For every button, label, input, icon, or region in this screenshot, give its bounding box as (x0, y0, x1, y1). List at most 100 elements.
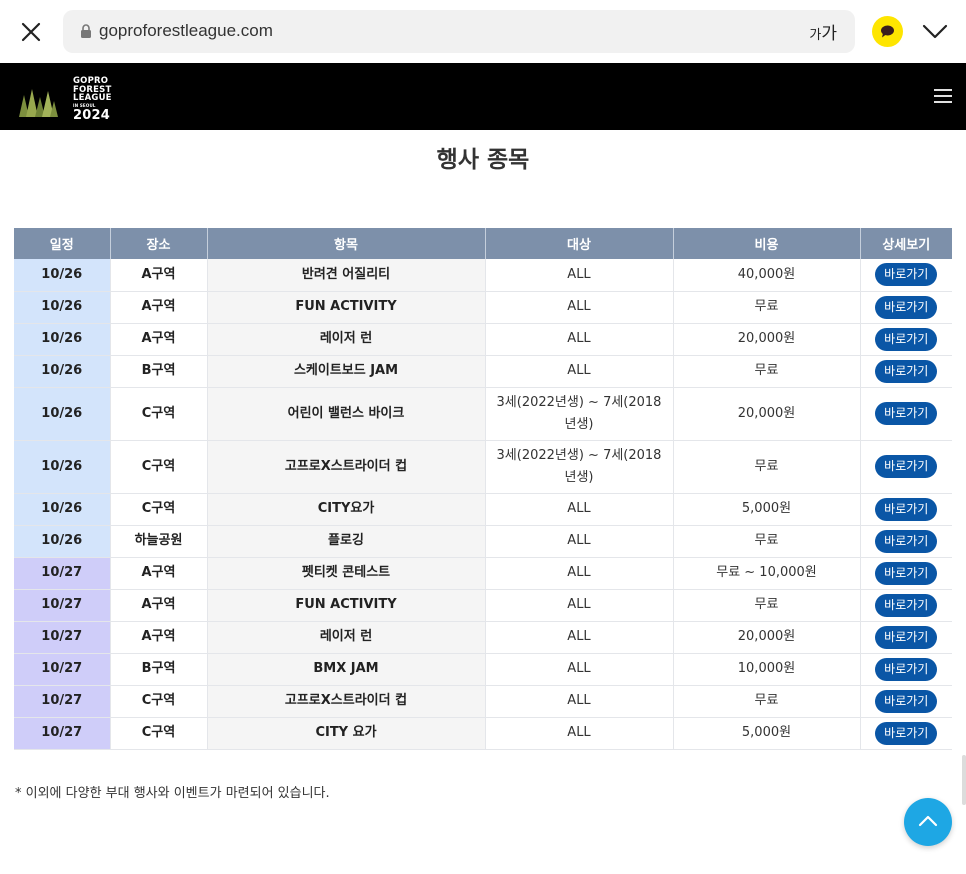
column-header-date: 일정 (14, 228, 111, 259)
cell-date: 10/27 (14, 621, 111, 654)
go-to-details-button[interactable]: 바로가기 (875, 561, 938, 585)
footnote: * 이외에 다양한 부대 행사와 이벤트가 마련되어 있습니다. (15, 786, 330, 801)
cell-cost: 20,000원 (673, 387, 861, 441)
scroll-to-top-button[interactable] (904, 798, 952, 846)
cell-details: 바로가기 (860, 685, 952, 718)
cell-item: BMX JAM (207, 653, 486, 686)
cell-place: C구역 (110, 440, 208, 494)
browser-toolbar: goproforestleague.com 가가 (0, 0, 966, 63)
cell-target: ALL (485, 621, 674, 654)
cell-item: FUN ACTIVITY (207, 589, 486, 622)
cell-date: 10/27 (14, 717, 111, 750)
cell-target: ALL (485, 291, 674, 324)
cell-place: C구역 (110, 493, 208, 526)
cell-place: 하늘공원 (110, 525, 208, 558)
site-logo[interactable]: GOPRO FOREST LEAGUE IN SEOUL 2024 (16, 75, 126, 123)
go-to-details-button[interactable]: 바로가기 (875, 359, 938, 383)
hamburger-menu-icon[interactable] (933, 86, 953, 106)
cell-details: 바로가기 (860, 323, 952, 356)
cell-details: 바로가기 (860, 493, 952, 526)
go-to-details-button[interactable]: 바로가기 (875, 657, 938, 681)
cell-date: 10/27 (14, 557, 111, 590)
cell-item: 플로깅 (207, 525, 486, 558)
table-row: 10/26 C구역 어린이 밸런스 바이크 3세(2022년생) ~ 7세(2018년… (14, 387, 952, 441)
kakao-talk-icon[interactable] (872, 16, 903, 47)
cell-place: B구역 (110, 355, 208, 388)
cell-target: ALL (485, 259, 674, 292)
cell-place: C구역 (110, 387, 208, 441)
go-to-details-button[interactable]: 바로가기 (875, 497, 938, 521)
address-bar[interactable]: goproforestleague.com 가가 (63, 10, 855, 53)
cell-date: 10/26 (14, 387, 111, 441)
cell-item: FUN ACTIVITY (207, 291, 486, 324)
cell-target: ALL (485, 653, 674, 686)
column-header-target: 대상 (485, 228, 674, 259)
cell-date: 10/26 (14, 493, 111, 526)
cell-date: 10/27 (14, 653, 111, 686)
cell-date: 10/26 (14, 355, 111, 388)
go-to-details-button[interactable]: 바로가기 (875, 263, 938, 287)
cell-target: ALL (485, 493, 674, 526)
cell-item: CITY요가 (207, 493, 486, 526)
cell-target: ALL (485, 355, 674, 388)
cell-cost: 무료 ~ 10,000원 (673, 557, 861, 590)
go-to-details-button[interactable]: 바로가기 (875, 625, 938, 649)
cell-item: 스케이트보드 JAM (207, 355, 486, 388)
cell-place: C구역 (110, 717, 208, 750)
cell-details: 바로가기 (860, 557, 952, 590)
event-schedule-table: 일정 장소 항목 대상 비용 상세보기 10/26 A구역 반려견 어질리티 ALL 4… (14, 228, 952, 750)
chevron-down-icon[interactable] (920, 18, 950, 46)
go-to-details-button[interactable]: 바로가기 (875, 402, 938, 425)
cell-details: 바로가기 (860, 589, 952, 622)
cell-item: 레이저 런 (207, 621, 486, 654)
column-header-details: 상세보기 (860, 228, 952, 259)
logo-wordmark: GOPRO FOREST LEAGUE IN SEOUL 2024 (73, 76, 112, 123)
go-to-details-button[interactable]: 바로가기 (875, 689, 938, 713)
go-to-details-button[interactable]: 바로가기 (875, 593, 938, 617)
cell-cost: 무료 (673, 440, 861, 494)
cell-cost: 무료 (673, 589, 861, 622)
table-header-row: 일정 장소 항목 대상 비용 상세보기 (14, 228, 952, 259)
cell-place: C구역 (110, 685, 208, 718)
cell-item: 고프로X스트라이더 컵 (207, 685, 486, 718)
cell-place: A구역 (110, 557, 208, 590)
go-to-details-button[interactable]: 바로가기 (875, 721, 938, 745)
url-text: goproforestleague.com (99, 21, 273, 40)
cell-date: 10/26 (14, 440, 111, 494)
cell-place: A구역 (110, 259, 208, 292)
cell-item: 고프로X스트라이더 컵 (207, 440, 486, 494)
table-row: 10/26 C구역 CITY요가 ALL 5,000원 바로가기 (14, 493, 952, 526)
cell-cost: 10,000원 (673, 653, 861, 686)
table-row: 10/26 A구역 FUN ACTIVITY ALL 무료 바로가기 (14, 291, 952, 324)
cell-details: 바로가기 (860, 440, 952, 494)
cell-cost: 무료 (673, 525, 861, 558)
site-header: GOPRO FOREST LEAGUE IN SEOUL 2024 (0, 63, 966, 130)
cell-details: 바로가기 (860, 259, 952, 292)
close-icon[interactable] (16, 17, 46, 47)
cell-target: ALL (485, 717, 674, 750)
text-size-button[interactable]: 가가 (809, 19, 837, 44)
cell-date: 10/27 (14, 685, 111, 718)
cell-cost: 5,000원 (673, 493, 861, 526)
cell-place: A구역 (110, 589, 208, 622)
table-row: 10/27 C구역 CITY 요가 ALL 5,000원 바로가기 (14, 717, 952, 750)
arrow-up-icon (918, 815, 938, 827)
cell-item: 레이저 런 (207, 323, 486, 356)
go-to-details-button[interactable]: 바로가기 (875, 295, 938, 319)
cell-cost: 20,000원 (673, 323, 861, 356)
table-row: 10/27 B구역 BMX JAM ALL 10,000원 바로가기 (14, 653, 952, 686)
scrollbar[interactable] (962, 755, 966, 805)
cell-place: A구역 (110, 621, 208, 654)
cell-date: 10/26 (14, 525, 111, 558)
cell-target: ALL (485, 323, 674, 356)
go-to-details-button[interactable]: 바로가기 (875, 327, 938, 351)
go-to-details-button[interactable]: 바로가기 (875, 455, 938, 478)
cell-item: 어린이 밸런스 바이크 (207, 387, 486, 441)
cell-cost: 40,000원 (673, 259, 861, 292)
cell-target: 3세(2022년생) ~ 7세(2018년생) (485, 387, 674, 441)
cell-details: 바로가기 (860, 387, 952, 441)
cell-target: ALL (485, 589, 674, 622)
cell-date: 10/26 (14, 291, 111, 324)
cell-date: 10/26 (14, 323, 111, 356)
go-to-details-button[interactable]: 바로가기 (875, 529, 938, 553)
